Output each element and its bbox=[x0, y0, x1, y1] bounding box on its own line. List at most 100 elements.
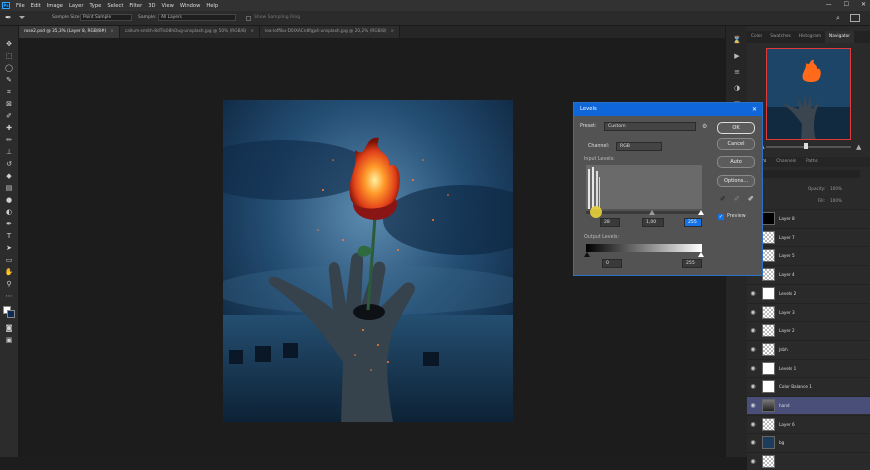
visibility-eye-icon[interactable]: ◉ bbox=[747, 309, 759, 316]
background-color-swatch[interactable] bbox=[7, 310, 15, 318]
document-canvas[interactable] bbox=[223, 100, 513, 422]
menu-select[interactable]: Select bbox=[104, 3, 126, 9]
eraser-tool-icon[interactable]: ◆ bbox=[4, 172, 14, 180]
blur-tool-icon[interactable]: ● bbox=[4, 196, 14, 204]
screen-mode-icon[interactable]: ▣ bbox=[4, 336, 14, 344]
white-point-handle[interactable] bbox=[698, 210, 704, 215]
history-panel-icon[interactable]: ⌛ bbox=[732, 36, 742, 45]
options-button[interactable]: Options... bbox=[717, 175, 755, 187]
black-eyedropper-icon[interactable]: ✐ bbox=[720, 195, 726, 203]
menu-image[interactable]: Image bbox=[44, 3, 66, 9]
stamp-tool-icon[interactable]: ⊥ bbox=[4, 148, 14, 156]
shape-tool-icon[interactable]: ▭ bbox=[4, 256, 14, 264]
tab-channels[interactable]: Channels bbox=[771, 157, 801, 167]
menu-type[interactable]: Type bbox=[86, 3, 104, 9]
minimize-icon[interactable]: — bbox=[826, 1, 832, 8]
close-tab-icon[interactable]: × bbox=[250, 29, 254, 34]
fill-value[interactable]: 100% bbox=[830, 198, 842, 203]
search-icon[interactable]: ⌕ bbox=[836, 14, 844, 22]
visibility-eye-icon[interactable]: ◉ bbox=[747, 402, 759, 409]
tab-rose2[interactable]: rose2.psd @ 35,3% (Layer 8, RGB/8#) × bbox=[19, 26, 120, 38]
more-tools-icon[interactable]: ⋯ bbox=[4, 292, 14, 300]
visibility-eye-icon[interactable]: ◉ bbox=[747, 365, 759, 372]
pen-tool-icon[interactable]: ✒ bbox=[4, 220, 14, 228]
output-white-handle[interactable] bbox=[698, 252, 704, 257]
channel-select[interactable]: RGB bbox=[616, 142, 662, 151]
tab-histogram[interactable]: Histogram bbox=[795, 31, 825, 43]
show-sampling-ring-checkbox[interactable] bbox=[246, 16, 251, 21]
tab-swatches[interactable]: Swatches bbox=[766, 31, 795, 43]
close-tab-icon[interactable]: × bbox=[391, 29, 395, 34]
layer-row[interactable]: ◉ Layer 3 bbox=[747, 303, 870, 321]
zoom-tool-icon[interactable]: ⚲ bbox=[4, 280, 14, 288]
menu-help[interactable]: Help bbox=[203, 3, 221, 9]
tab-callum-smith[interactable]: callum-smith-8dTIs08hOug-unsplash.jpg @ … bbox=[119, 26, 260, 38]
layer-row[interactable]: Layer 4 bbox=[747, 265, 870, 283]
gradient-tool-icon[interactable]: ▤ bbox=[4, 184, 14, 192]
frame-tool-icon[interactable]: ⊠ bbox=[4, 100, 14, 108]
healing-brush-icon[interactable]: ✚ bbox=[4, 124, 14, 132]
marquee-tool-icon[interactable]: ⬚ bbox=[4, 52, 14, 60]
input-slider-track[interactable] bbox=[586, 211, 702, 214]
layer-row[interactable]: ◉ Color Balance 1 bbox=[747, 377, 870, 395]
eyedropper-tool-icon[interactable]: ✒ bbox=[5, 13, 17, 23]
ok-button[interactable]: OK bbox=[717, 122, 755, 134]
layer-row[interactable]: Layer 5 bbox=[747, 246, 870, 264]
layer-row[interactable]: ◉ Jsbh bbox=[747, 340, 870, 358]
crop-tool-icon[interactable]: ⌗ bbox=[4, 88, 14, 96]
menu-edit[interactable]: Edit bbox=[28, 3, 44, 9]
input-white-field[interactable]: 255 bbox=[684, 218, 702, 227]
quick-mask-icon[interactable]: ◙ bbox=[4, 324, 14, 332]
zoom-slider[interactable] bbox=[766, 146, 851, 148]
layer-row[interactable]: Layer 8 bbox=[747, 209, 870, 227]
properties-panel-icon[interactable]: ≡ bbox=[732, 68, 742, 77]
layer-row[interactable]: ◉ Layer 2 bbox=[747, 321, 870, 339]
tool-preset-chevron-icon[interactable] bbox=[19, 16, 25, 22]
layer-row[interactable]: Layer 7 bbox=[747, 228, 870, 246]
visibility-eye-icon[interactable]: ◉ bbox=[747, 458, 759, 465]
layer-row[interactable]: ◉ bbox=[747, 452, 870, 470]
history-brush-icon[interactable]: ↺ bbox=[4, 160, 14, 168]
path-select-icon[interactable]: ➤ bbox=[4, 244, 14, 252]
type-tool-icon[interactable]: T bbox=[4, 232, 14, 240]
output-white-field[interactable]: 255 bbox=[682, 259, 702, 268]
lasso-tool-icon[interactable]: ◯ bbox=[4, 64, 14, 72]
output-black-handle[interactable] bbox=[584, 252, 590, 257]
hand-tool-icon[interactable]: ✋ bbox=[4, 268, 14, 276]
visibility-eye-icon[interactable]: ◉ bbox=[747, 421, 759, 428]
auto-button[interactable]: Auto bbox=[717, 156, 755, 168]
menu-layer[interactable]: Layer bbox=[66, 3, 86, 9]
visibility-eye-icon[interactable]: ◉ bbox=[747, 290, 759, 297]
tab-paths[interactable]: Paths bbox=[801, 157, 823, 167]
menu-file[interactable]: File bbox=[13, 3, 28, 9]
output-black-field[interactable]: 0 bbox=[602, 259, 622, 268]
maximize-icon[interactable]: ☐ bbox=[844, 1, 849, 8]
sample-size-select[interactable]: Point Sample bbox=[80, 14, 132, 21]
input-black-field[interactable]: 28 bbox=[600, 218, 620, 227]
close-icon[interactable]: ✕ bbox=[861, 1, 866, 8]
layer-row[interactable]: ◉ hand bbox=[747, 396, 870, 414]
zoom-in-icon[interactable]: ▲ bbox=[856, 143, 861, 151]
menu-view[interactable]: View bbox=[159, 3, 177, 9]
black-point-handle[interactable] bbox=[590, 206, 602, 218]
adjustments-panel-icon[interactable]: ◑ bbox=[732, 84, 742, 93]
actions-panel-icon[interactable]: ▶ bbox=[732, 52, 742, 61]
visibility-eye-icon[interactable]: ◉ bbox=[747, 439, 759, 446]
gamma-handle[interactable] bbox=[649, 210, 655, 215]
menu-3d[interactable]: 3D bbox=[145, 3, 158, 9]
preset-options-gear-icon[interactable]: ⚙ bbox=[702, 123, 707, 130]
visibility-eye-icon[interactable]: ◉ bbox=[747, 383, 759, 390]
gray-eyedropper-icon[interactable]: ✐ bbox=[734, 195, 740, 203]
opacity-value[interactable]: 100% bbox=[830, 186, 842, 191]
white-eyedropper-icon[interactable]: ✐ bbox=[748, 195, 754, 203]
layer-row[interactable]: ◉ Layer 6 bbox=[747, 415, 870, 433]
layer-row[interactable]: ◉ Levels 2 bbox=[747, 284, 870, 302]
dodge-tool-icon[interactable]: ◐ bbox=[4, 208, 14, 216]
visibility-eye-icon[interactable]: ◉ bbox=[747, 327, 759, 334]
menu-filter[interactable]: Filter bbox=[126, 3, 145, 9]
brush-tool-icon[interactable]: ✏ bbox=[4, 136, 14, 144]
layer-filter-bar[interactable] bbox=[760, 170, 860, 178]
preview-checkbox[interactable]: ✓ bbox=[718, 214, 724, 220]
menu-window[interactable]: Window bbox=[177, 3, 203, 9]
workspace-icon[interactable] bbox=[850, 14, 860, 22]
